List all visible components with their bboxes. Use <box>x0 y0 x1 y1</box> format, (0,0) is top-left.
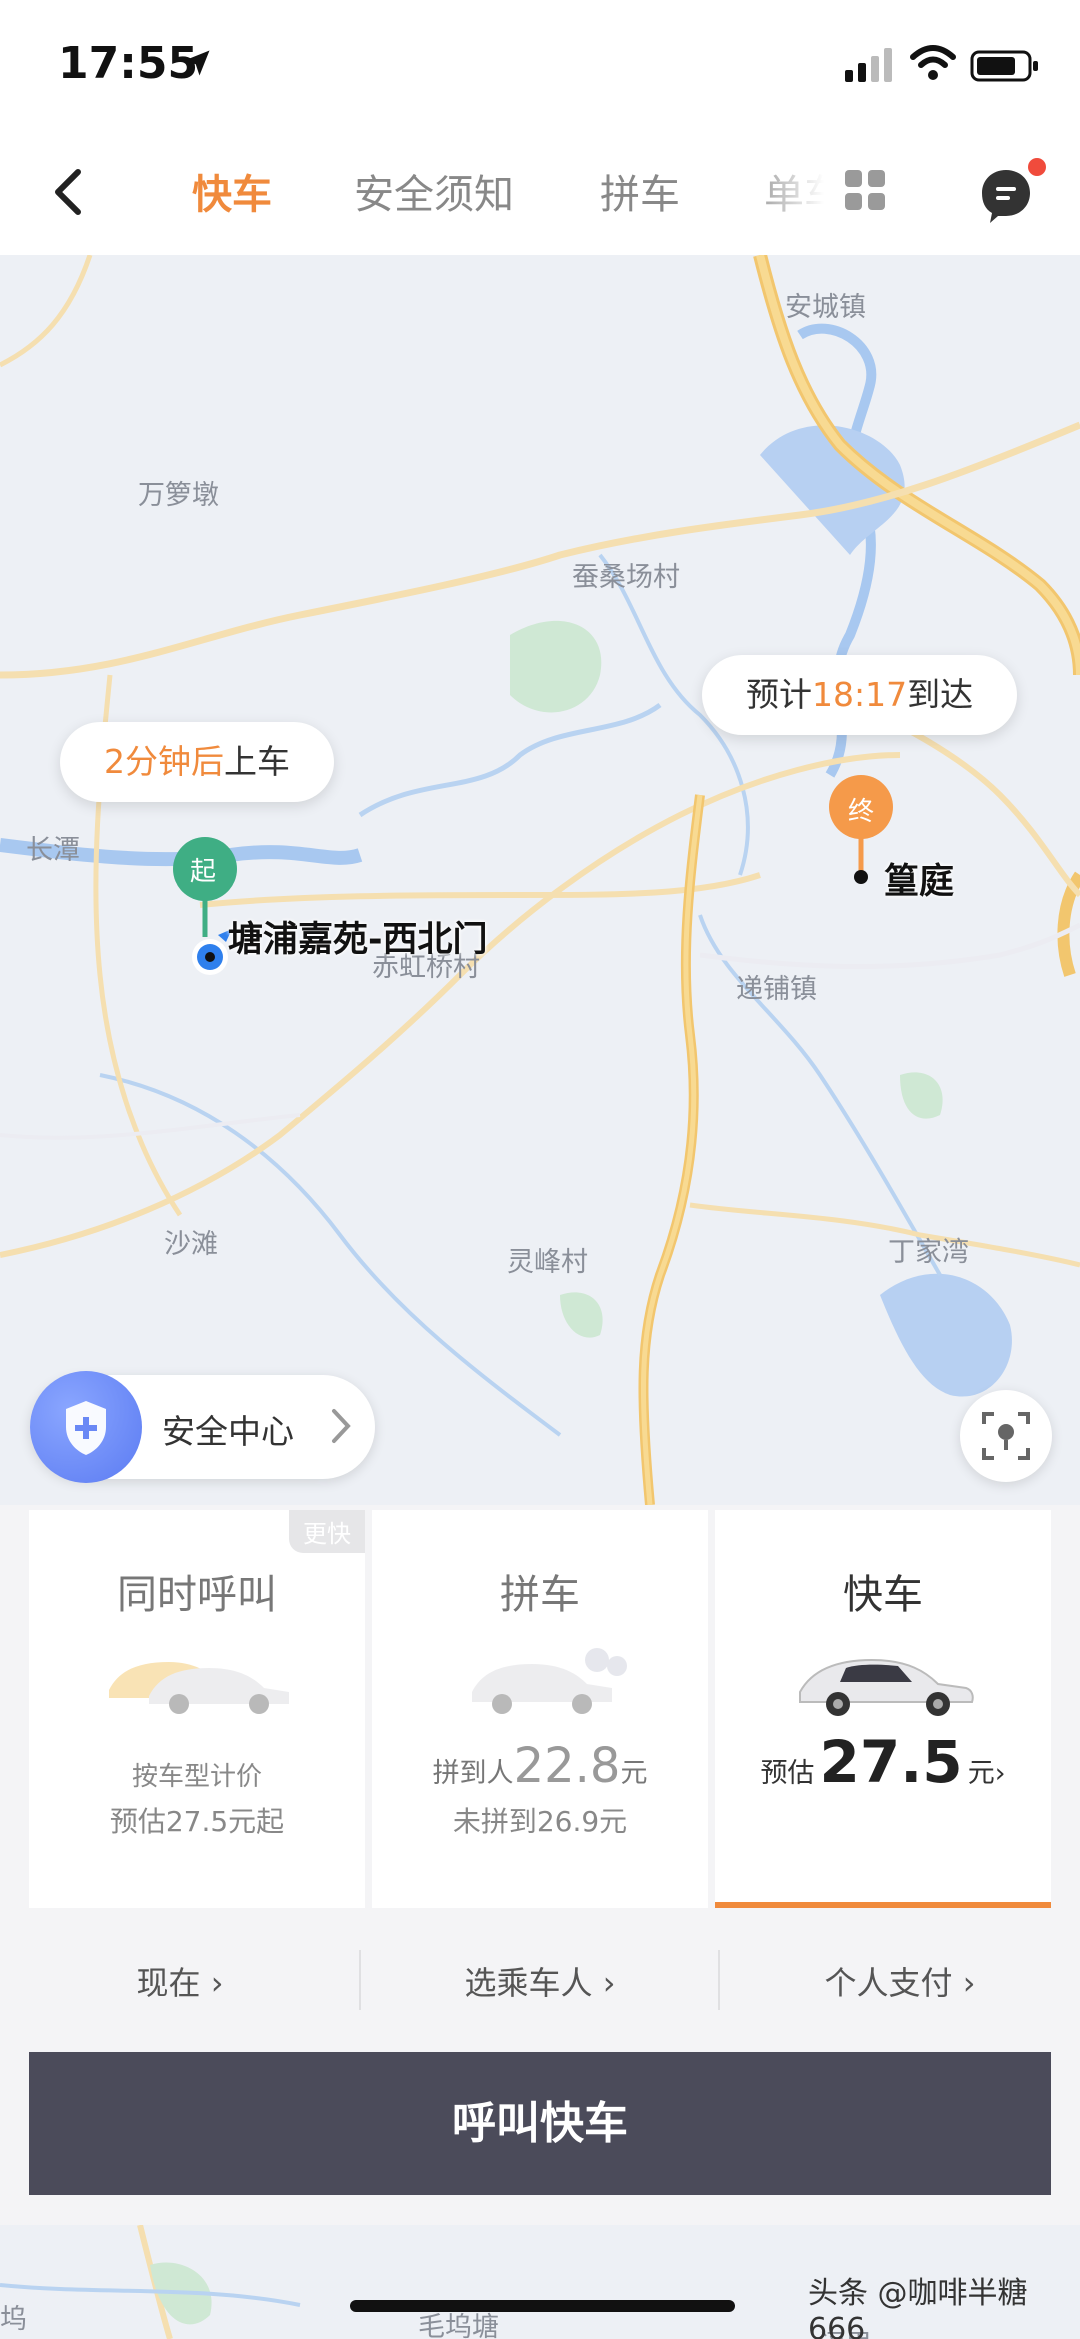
pool-unit: 元 <box>620 1758 648 1789</box>
option-time[interactable]: 现在 › <box>0 1958 360 2004</box>
card-title: 快车 <box>843 1572 923 1618</box>
carpool-car-icon <box>472 1648 627 1714</box>
safety-center-button[interactable]: 安全中心 <box>30 1371 375 1483</box>
cellular-signal-icon <box>845 48 892 82</box>
safety-center-label: 安全中心 <box>162 1412 294 1451</box>
card-line1: 按车型计价 <box>131 1762 262 1792</box>
selected-underline <box>715 1902 1051 1908</box>
card-title: 拼车 <box>500 1572 580 1618</box>
est-prefix: 预估 <box>760 1758 815 1789</box>
destination-eta-prefix: 预计 <box>746 675 812 714</box>
chevron-right-icon: › <box>994 1758 1006 1789</box>
shield-icon <box>66 1401 106 1455</box>
nav-bar: 快车 安全须知 拼车 单车 <box>0 130 1080 255</box>
express-unit: 元 <box>967 1758 995 1789</box>
express-price: 27.5 <box>819 1728 963 1796</box>
card-express[interactable]: 快车 预估 27.5 元› <box>715 1510 1051 1908</box>
options-row: 现在 › 选乘车人 › 个人支付 › <box>0 1930 1080 2030</box>
place-label: 坞 <box>0 2304 27 2335</box>
option-payment[interactable]: 个人支付 › <box>720 1958 1080 2004</box>
status-bar: 17:55 <box>0 0 1080 130</box>
option-time-label: 现在 <box>136 1964 201 2002</box>
pickup-location-label[interactable]: 塘浦嘉苑-西北门 <box>228 911 488 962</box>
destination-eta-time: 18:17 <box>812 675 908 714</box>
tab-express[interactable]: 快车 <box>192 162 272 220</box>
card-line2: 未拼到26.9元 <box>452 1805 628 1838</box>
destination-eta-suffix: 到达 <box>907 675 974 714</box>
option-passenger-label: 选乘车人 <box>464 1964 593 2002</box>
location-arrow-icon <box>184 50 210 76</box>
cars-icon <box>109 1662 289 1714</box>
call-express-button[interactable]: 呼叫快车 <box>29 2052 1051 2195</box>
battery-icon <box>970 50 1038 82</box>
destination-eta-bubble: 预计18:17到达 <box>702 655 1018 735</box>
crosshair-icon <box>982 1412 1030 1460</box>
back-button[interactable] <box>40 160 100 224</box>
home-indicator[interactable] <box>350 2300 735 2312</box>
destination-marker-text: 终 <box>848 797 875 827</box>
carpool-price-line: 拼到人22.8元 <box>372 1738 708 1794</box>
map-view[interactable]: 安城镇 万箩墩 蚕桑场村 长潭 赤虹桥村 递铺镇 沙滩 灵峰村 丁家湾 2分钟后… <box>0 255 1080 1505</box>
ride-options: 更快 同时呼叫 按车型计价 预估27.5元起 拼车 拼到人22.8元 未拼到26… <box>0 1505 1080 1910</box>
destination-location-label[interactable]: 篁庭 <box>884 853 954 904</box>
grid-menu-icon[interactable] <box>845 170 885 210</box>
watermark: 头条 @咖啡半糖666 <box>808 2276 1028 2339</box>
tab-fade <box>740 140 860 240</box>
card-simultaneous-call[interactable]: 更快 同时呼叫 按车型计价 预估27.5元起 <box>29 1510 365 1908</box>
option-passenger[interactable]: 选乘车人 › <box>360 1958 720 2004</box>
place-label: 万箩墩 <box>138 480 219 511</box>
card-line2: 预估27.5元起 <box>109 1805 285 1838</box>
notification-dot <box>1028 158 1046 176</box>
pickup-eta-highlight: 2分钟后 <box>104 742 224 781</box>
pickup-eta-rest: 上车 <box>224 742 290 781</box>
express-price-line: 预估 27.5 元› <box>715 1728 1051 1796</box>
place-label: 灵峰村 <box>507 1247 588 1278</box>
place-label: 长潭 <box>26 835 80 866</box>
safety-shield-badge <box>30 1371 142 1483</box>
place-label: 丁家湾 <box>888 1237 969 1268</box>
locate-me-button[interactable] <box>960 1390 1052 1482</box>
option-payment-label: 个人支付 <box>824 1964 953 2002</box>
tab-safety-notice[interactable]: 安全须知 <box>354 162 514 220</box>
tab-carpool[interactable]: 拼车 <box>600 162 680 220</box>
place-label: 递铺镇 <box>736 974 817 1005</box>
pickup-marker-text: 起 <box>190 857 217 887</box>
pool-prefix: 拼到人 <box>432 1758 514 1789</box>
chevron-right-icon <box>332 1409 351 1443</box>
card-title: 同时呼叫 <box>117 1572 277 1618</box>
place-label: 安城镇 <box>785 292 866 323</box>
wifi-icon <box>910 45 956 80</box>
card-carpool[interactable]: 拼车 拼到人22.8元 未拼到26.9元 <box>372 1510 708 1908</box>
status-time: 17:55 <box>58 38 199 89</box>
express-car-icon <box>799 1658 974 1716</box>
pickup-eta-bubble: 2分钟后上车 <box>60 722 334 802</box>
message-icon[interactable] <box>980 168 1032 224</box>
place-label: 蚕桑场村 <box>572 562 680 593</box>
faster-badge: 更快 <box>289 1510 365 1553</box>
place-label: 沙滩 <box>164 1229 218 1260</box>
pool-price: 22.8 <box>513 1738 621 1794</box>
